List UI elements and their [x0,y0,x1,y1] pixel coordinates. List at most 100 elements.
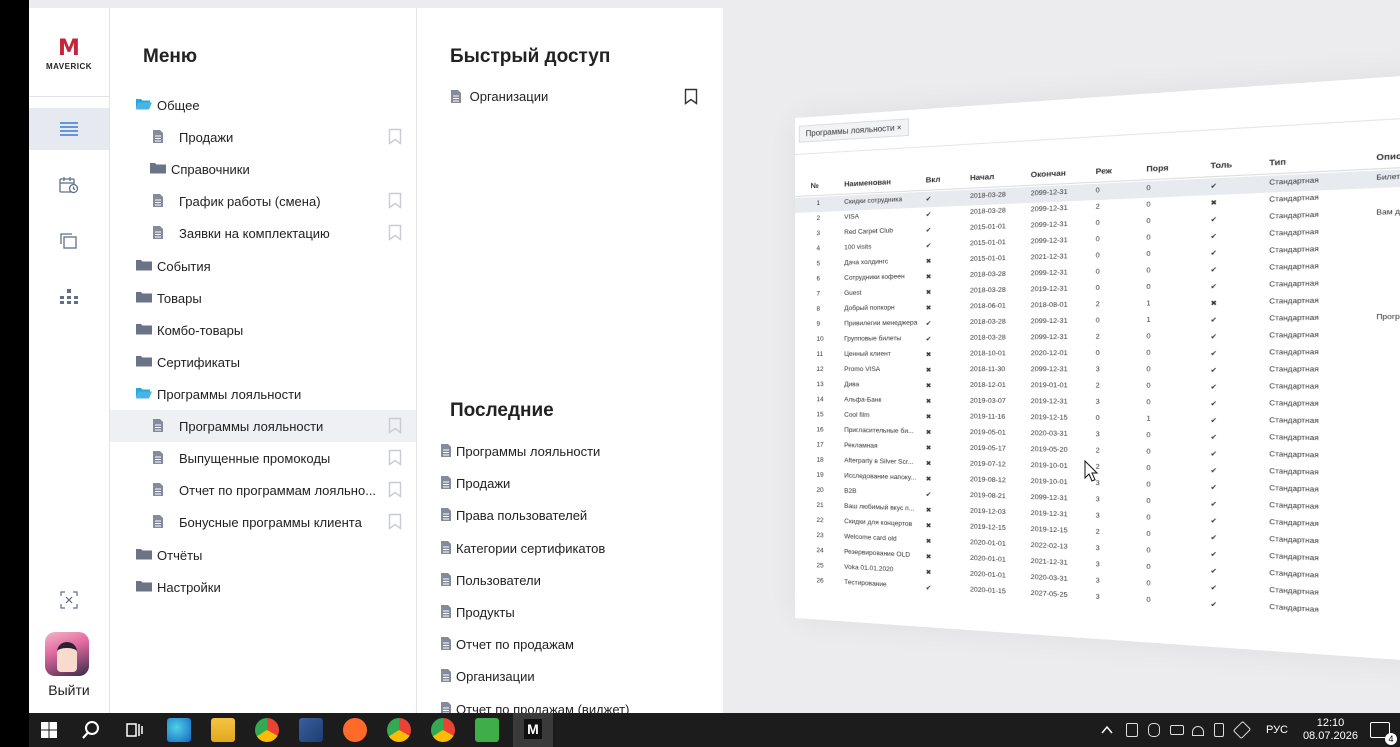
preview-cell: ✖ [925,398,932,406]
app-green-hexagon-icon[interactable] [475,718,499,742]
menu-folder[interactable]: Сертификаты [110,346,416,378]
preview-cell: 12 [816,365,824,374]
search-button[interactable] [79,718,103,742]
chevron-up-icon[interactable] [1101,725,1113,735]
preview-column-header: Реж [1095,165,1112,177]
preview-cell: 0 [1095,268,1100,276]
document-icon [153,194,163,207]
bookmark-icon[interactable] [388,128,402,145]
menu-item[interactable]: Программы лояльности [110,410,416,442]
preview-cell: Стандартная [1269,262,1319,272]
recent-item-label: Отчет по продажам [456,637,574,653]
bookmark-icon[interactable] [388,513,402,530]
app-blue-icon[interactable] [299,718,323,742]
preview-cell: Стандартная [1269,297,1319,306]
preview-cell: 2020-03-31 [1030,573,1068,584]
bookmark-toggle[interactable] [388,192,402,212]
preview-cell: ✔ [1210,601,1218,610]
windows-nav-button[interactable] [29,220,109,262]
preview-cell: 2022-02-13 [1030,541,1068,551]
menu-item[interactable]: Заявки на комплектацию [110,217,416,249]
app-orange-icon[interactable] [343,718,367,742]
notifications-icon[interactable]: 4 [1370,722,1397,745]
microphone-tray-icon[interactable] [1148,723,1160,737]
preview-cell: ✖ [925,413,932,421]
bookmark-toggle[interactable] [388,513,402,533]
bookmark-toggle[interactable] [388,224,402,244]
menu-item[interactable]: Отчет по программам лояльно... [110,474,416,506]
volume-mute-tray-icon[interactable] [1214,723,1224,737]
preview-cell: ✖ [925,475,932,484]
menu-folder[interactable]: Справочники [110,153,416,185]
menu-folder[interactable]: Общее [110,89,416,121]
clock[interactable]: 12:10 08.07.2026 [1303,717,1358,743]
preview-cell: ✔ [1210,249,1218,258]
bookmark-icon[interactable] [388,192,402,209]
pen-tray-icon[interactable] [1232,720,1252,740]
menu-item-icon [135,258,153,275]
menu-item-icon [135,386,153,403]
preview-cell: ✔ [1210,534,1218,543]
start-button[interactable] [37,718,61,742]
preview-cell: ✔ [1210,216,1218,225]
menu-item[interactable]: График работы (смена) [110,185,416,217]
menu-item-icon [135,97,153,114]
avatar-face [57,642,77,672]
schedule-nav-button[interactable] [29,164,109,206]
chrome-browser-icon[interactable] [255,718,279,742]
menu-item[interactable]: Выпущенные промокоды [110,442,416,474]
bookmark-icon[interactable] [388,449,402,466]
camera-tray-icon[interactable] [1126,723,1138,737]
app-window: M MAVERICK Выйти Меню Общее Продажи Справо… [29,0,1400,713]
menu-item-icon [149,161,167,178]
preview-cell: ✔ [1210,266,1218,275]
menu-nav-button[interactable] [29,108,109,150]
task-view-button[interactable] [122,718,146,742]
structure-nav-button[interactable] [29,276,109,318]
preview-cell: 21 [816,501,824,510]
menu-folder[interactable]: Программы лояльности [110,378,416,410]
edge-browser-icon[interactable] [167,718,191,742]
maverick-taskbar-letter: M [524,719,542,739]
preview-cell: 2019-12-31 [1030,397,1068,406]
file-explorer-icon[interactable] [211,718,235,742]
menu-folder[interactable]: События [110,250,416,282]
menu-item-label: Отчет по программам лояльно... [179,483,377,498]
menu-folder[interactable]: Настройки [110,571,416,603]
menu-item[interactable]: Продажи [110,121,416,153]
bookmark-toggle[interactable] [388,128,402,148]
preview-cell: 100 visits [844,243,872,252]
logout-button[interactable]: Выйти [29,682,109,698]
menu-item-label: Бонусные программы клиента [179,515,362,530]
menu-item-label: Заявки на комплектацию [179,226,330,241]
preview-cell: 16 [816,426,824,434]
chrome-profile-icon[interactable] [387,718,411,742]
menu-folder[interactable]: Товары [110,282,416,314]
menu-folder[interactable]: Комбо-товары [110,314,416,346]
quick-access-item[interactable]: Организации [450,89,548,104]
bookmark-toggle[interactable] [388,449,402,469]
preview-cell: ✖ [925,506,932,515]
preview-cell: 3 [1095,593,1100,602]
maverick-taskbar-button[interactable]: M [513,713,553,747]
chrome-second-icon[interactable] [431,718,455,742]
user-avatar[interactable] [45,632,89,676]
preview-cell: Дача холдингс [844,258,889,267]
menu-item-label: Выпущенные промокоды [179,451,331,466]
bookmark-icon[interactable] [684,88,698,105]
bookmark-toggle[interactable] [388,481,402,501]
battery-tray-icon[interactable] [1170,725,1184,735]
bookmark-icon[interactable] [388,224,402,241]
preview-cell: ✔ [1210,283,1218,292]
preview-cell: 0 [1146,513,1151,522]
bookmark-icon[interactable] [388,417,402,434]
wifi-tray-icon[interactable] [1192,726,1204,736]
maverick-logo[interactable]: M MAVERICK [29,38,109,72]
language-indicator[interactable]: РУС [1266,724,1288,736]
menu-folder[interactable]: Отчёты [110,539,416,571]
bookmark-toggle[interactable] [388,417,402,437]
bookmark-icon[interactable] [388,481,402,498]
menu-item-icon [152,482,164,500]
menu-item[interactable]: Бонусные программы клиента [110,506,416,538]
collapse-button[interactable] [29,579,109,621]
